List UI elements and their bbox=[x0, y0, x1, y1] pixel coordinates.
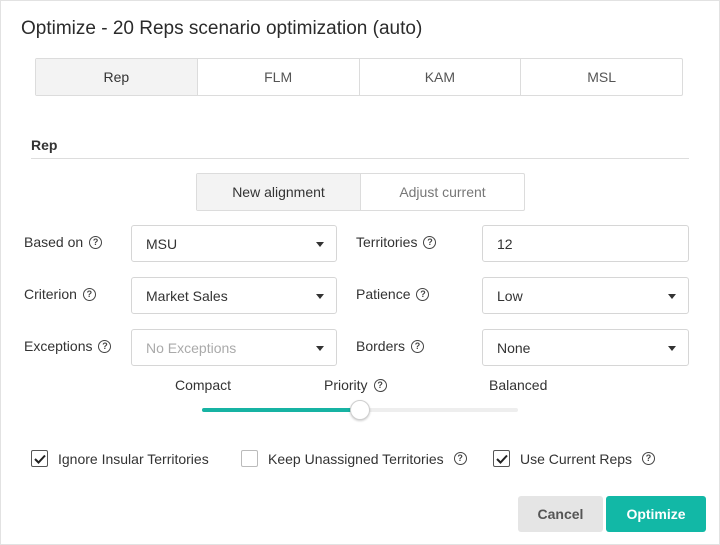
borders-value: None bbox=[497, 339, 531, 356]
territories-label: Territories ? bbox=[356, 234, 437, 250]
new-alignment-option[interactable]: New alignment bbox=[197, 174, 361, 210]
priority-slider[interactable] bbox=[202, 400, 518, 420]
patience-value: Low bbox=[497, 287, 523, 304]
dialog-title: Optimize - 20 Reps scenario optimization… bbox=[21, 18, 423, 39]
question-circle-icon[interactable]: ? bbox=[89, 235, 103, 249]
exceptions-label-text: Exceptions bbox=[24, 338, 93, 354]
checkmark-icon bbox=[495, 454, 508, 464]
question-circle-icon[interactable]: ? bbox=[453, 452, 467, 465]
keep-unassigned-checkbox[interactable]: Keep Unassigned Territories ? bbox=[241, 450, 467, 467]
use-current-reps-label: Use Current Reps bbox=[520, 450, 633, 467]
checkmark-icon bbox=[33, 454, 46, 464]
section-title: Rep bbox=[31, 137, 58, 153]
based-on-select[interactable]: MSU bbox=[131, 225, 337, 262]
slider-balanced-label: Balanced bbox=[489, 377, 548, 393]
priority-label-text: Priority bbox=[324, 377, 368, 393]
tab-msl[interactable]: MSL bbox=[520, 59, 682, 95]
patience-label-text: Patience bbox=[356, 286, 411, 302]
mode-toggle: New alignment Adjust current bbox=[196, 173, 525, 211]
priority-slider-fill bbox=[202, 408, 360, 412]
optimize-button[interactable]: Optimize bbox=[606, 496, 706, 532]
ignore-insular-checkbox[interactable]: Ignore Insular Territories bbox=[31, 450, 209, 467]
checkbox-box[interactable] bbox=[31, 450, 48, 467]
question-circle-icon[interactable]: ? bbox=[82, 287, 96, 301]
tab-flm[interactable]: FLM bbox=[196, 59, 359, 95]
criterion-label-text: Criterion bbox=[24, 286, 77, 302]
borders-select[interactable]: None bbox=[482, 329, 689, 366]
patience-label: Patience ? bbox=[356, 286, 430, 302]
tab-kam[interactable]: KAM bbox=[358, 59, 521, 95]
exceptions-select[interactable]: No Exceptions bbox=[131, 329, 337, 366]
question-circle-icon[interactable]: ? bbox=[642, 452, 656, 465]
based-on-value: MSU bbox=[146, 235, 178, 252]
section-divider bbox=[31, 158, 689, 159]
exceptions-label: Exceptions ? bbox=[24, 338, 112, 354]
chevron-down-icon bbox=[316, 294, 324, 299]
optimize-dialog: Optimize - 20 Reps scenario optimization… bbox=[0, 0, 720, 545]
chevron-down-icon bbox=[316, 242, 324, 247]
adjust-current-option[interactable]: Adjust current bbox=[361, 174, 524, 210]
borders-label: Borders ? bbox=[356, 338, 425, 354]
use-current-reps-checkbox[interactable]: Use Current Reps ? bbox=[493, 450, 656, 467]
checkbox-box[interactable] bbox=[493, 450, 510, 467]
tab-rep[interactable]: Rep bbox=[36, 59, 197, 95]
criterion-select[interactable]: Market Sales bbox=[131, 277, 337, 314]
based-on-label-text: Based on bbox=[24, 234, 84, 250]
chevron-down-icon bbox=[668, 346, 676, 351]
cancel-button[interactable]: Cancel bbox=[518, 496, 603, 532]
question-circle-icon[interactable]: ? bbox=[98, 339, 112, 353]
based-on-label: Based on ? bbox=[24, 234, 103, 250]
question-circle-icon[interactable]: ? bbox=[373, 378, 387, 392]
territories-input[interactable]: 12 bbox=[482, 225, 689, 262]
territories-label-text: Territories bbox=[356, 234, 418, 250]
patience-select[interactable]: Low bbox=[482, 277, 689, 314]
ignore-insular-label: Ignore Insular Territories bbox=[58, 450, 209, 467]
chevron-down-icon bbox=[316, 346, 324, 351]
priority-label: Priority ? bbox=[324, 377, 387, 393]
exceptions-placeholder: No Exceptions bbox=[146, 339, 237, 356]
question-circle-icon[interactable]: ? bbox=[411, 339, 425, 353]
criterion-label: Criterion ? bbox=[24, 286, 96, 302]
question-circle-icon[interactable]: ? bbox=[416, 287, 430, 301]
role-tabs: Rep FLM KAM MSL bbox=[35, 58, 683, 96]
criterion-value: Market Sales bbox=[146, 287, 228, 304]
chevron-down-icon bbox=[668, 294, 676, 299]
keep-unassigned-label: Keep Unassigned Territories bbox=[268, 450, 444, 467]
territories-value: 12 bbox=[497, 235, 513, 252]
borders-label-text: Borders bbox=[356, 338, 406, 354]
question-circle-icon[interactable]: ? bbox=[423, 235, 437, 249]
checkbox-box[interactable] bbox=[241, 450, 258, 467]
priority-slider-thumb[interactable] bbox=[350, 400, 370, 420]
slider-compact-label: Compact bbox=[175, 377, 232, 393]
